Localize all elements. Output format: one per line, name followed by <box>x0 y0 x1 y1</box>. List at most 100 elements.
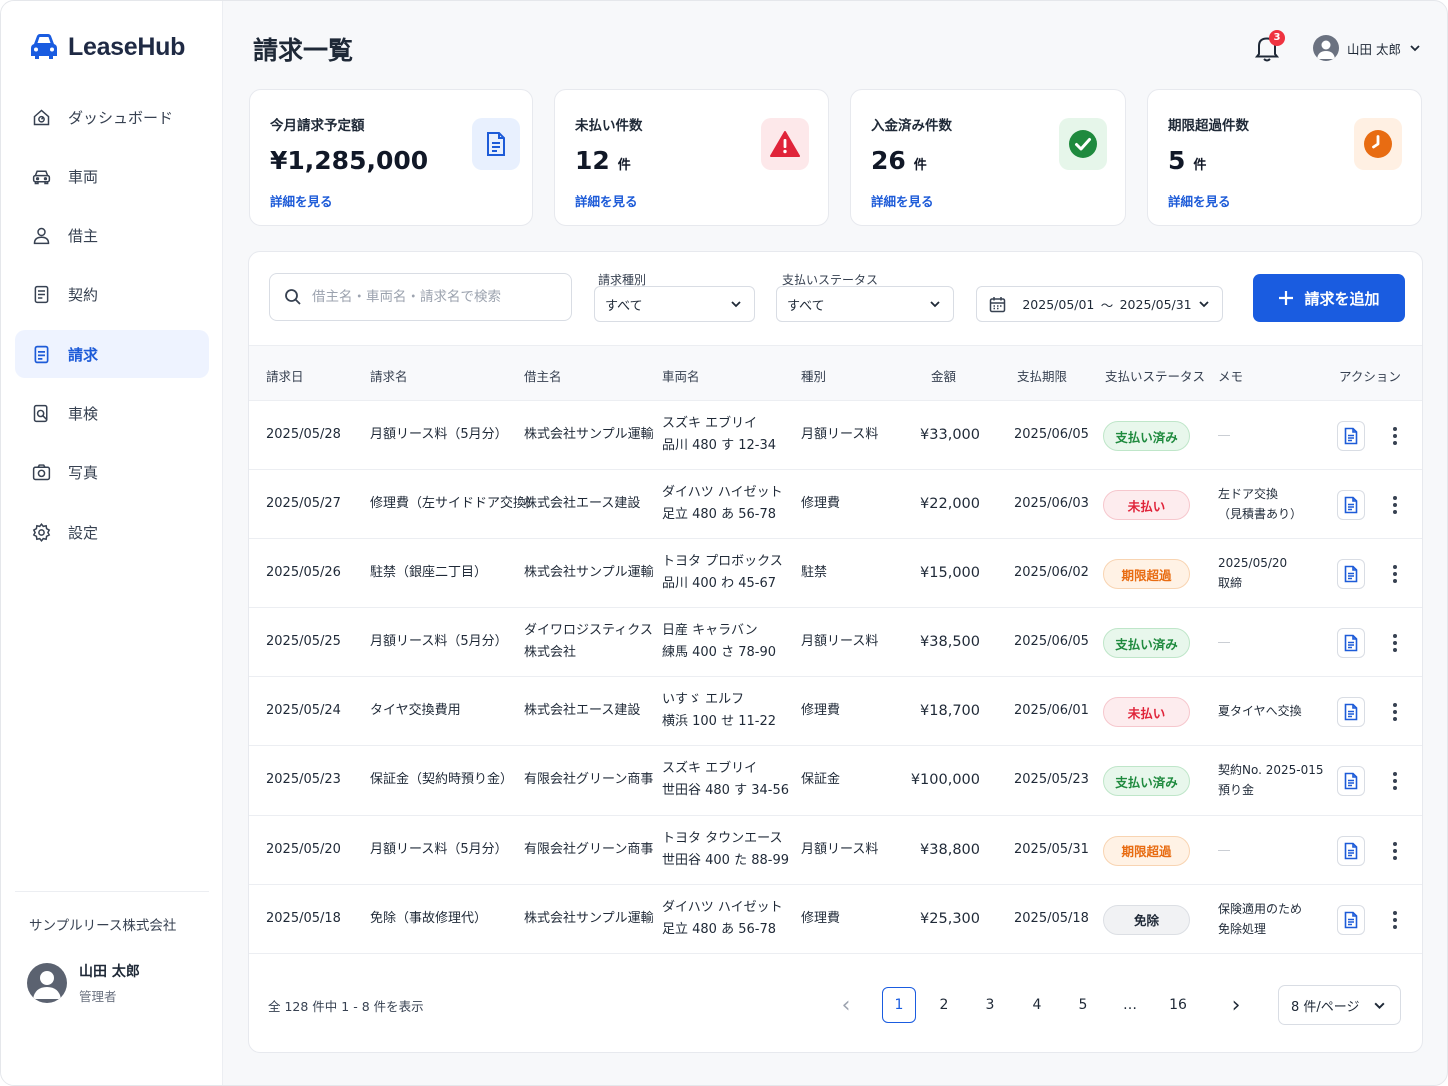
vehicle-line: スズキ エブリイ <box>662 761 758 777</box>
sidebar-item-vehicles[interactable]: 車両 <box>15 152 209 200</box>
sidebar-item-label: 写真 <box>68 464 99 483</box>
cell-name[interactable]: 保証金（契約時預り金） <box>370 769 513 791</box>
cell-name[interactable]: 月額リース料（5月分） <box>370 839 508 861</box>
column-header-date[interactable]: 請求日 <box>266 366 304 385</box>
page-title: 請求一覧 <box>253 36 354 65</box>
view-document-button[interactable] <box>1337 490 1365 521</box>
dot <box>1393 641 1397 646</box>
user-menu[interactable]: 山田 太郎 <box>1313 35 1421 61</box>
cell-date: 2025/05/27 <box>266 496 341 512</box>
clock-icon <box>1364 130 1392 158</box>
table-row[interactable]: 2025/05/23 保証金（契約時預り金） 有限会社グリーン商事 スズキ エブリイ世… <box>249 746 1422 816</box>
car-logo-icon <box>31 34 57 59</box>
profile[interactable]: 山田 太郎 管理者 <box>27 961 140 1005</box>
more-actions-button[interactable] <box>1387 423 1403 449</box>
table-row[interactable]: 2025/05/27 修理費（左サイドドア交換） 株式会社エース建設 ダイハツ ハイゼ… <box>249 470 1422 540</box>
more-actions-button[interactable] <box>1387 492 1403 518</box>
next-page-button[interactable]: › <box>1219 987 1253 1023</box>
more-actions-button[interactable] <box>1387 768 1403 794</box>
column-header-type[interactable]: 種別 <box>801 366 826 385</box>
page-button-4[interactable]: 4 <box>1020 987 1054 1023</box>
sidebar-item-dashboard[interactable]: ダッシュボード <box>15 93 209 141</box>
column-header-vehicle[interactable]: 車両名 <box>662 366 700 385</box>
stat-detail-link[interactable]: 詳細を見る <box>1168 191 1231 210</box>
more-actions-button[interactable] <box>1387 838 1403 864</box>
sidebar-item-photos[interactable]: 写真 <box>15 449 209 497</box>
table-row[interactable]: 2025/05/26 駐禁（銀座二丁目） 株式会社サンプル運輸 トヨタ プロボックス品… <box>249 539 1422 609</box>
view-document-button[interactable] <box>1337 628 1365 659</box>
view-document-button[interactable] <box>1337 835 1365 866</box>
cell-name[interactable]: 免除（事故修理代） <box>370 908 487 930</box>
column-header-due[interactable]: 支払期限 <box>1017 366 1067 385</box>
status-filter-select[interactable]: すべて <box>776 286 954 322</box>
cell-name[interactable]: タイヤ交換費用 <box>370 700 461 722</box>
stat-detail-link[interactable]: 詳細を見る <box>871 191 934 210</box>
table-row[interactable]: 2025/05/28 月額リース料（5月分） 株式会社サンプル運輸 スズキ エブリイ品… <box>249 401 1422 471</box>
column-header-name[interactable]: 請求名 <box>370 366 408 385</box>
search-icon <box>285 289 301 305</box>
sidebar-item-settings[interactable]: 設定 <box>15 508 209 556</box>
sidebar-item-contracts[interactable]: 契約 <box>15 271 209 319</box>
sidebar-item-invoices[interactable]: 請求 <box>15 330 209 379</box>
stat-detail-link[interactable]: 詳細を見る <box>575 191 638 210</box>
profile-role: 管理者 <box>79 989 117 1004</box>
table-row[interactable]: 2025/05/25 月額リース料（5月分） ダイワロジスティクス 株式会社 日産 キャ… <box>249 608 1422 678</box>
table-row[interactable]: 2025/05/24 タイヤ交換費用 株式会社エース建設 いすゞ エルフ 横浜 100 … <box>249 677 1422 747</box>
view-document-button[interactable] <box>1337 697 1365 728</box>
stat-number: 26 <box>871 146 906 175</box>
vehicle-line: いすゞ エルフ <box>662 692 745 708</box>
cell-name[interactable]: 修理費（左サイドドア交換） <box>370 493 539 515</box>
page-button-3[interactable]: 3 <box>973 987 1007 1023</box>
column-header-status[interactable]: 支払いステータス <box>1105 366 1205 385</box>
more-actions-button[interactable] <box>1387 907 1403 933</box>
table-row[interactable]: 2025/05/20 月額リース料（5月分） 有限会社グリーン商事 トヨタ タウンエー… <box>249 816 1422 885</box>
sidebar-item-lessees[interactable]: 借主 <box>15 212 209 260</box>
view-document-button[interactable] <box>1337 766 1365 797</box>
search-input[interactable] <box>312 289 562 305</box>
document-icon <box>1344 704 1358 721</box>
column-header-lessee[interactable]: 借主名 <box>524 366 562 385</box>
vehicle-line: スズキ エブリイ <box>662 416 758 431</box>
table-row[interactable]: 2025/05/18 免除（事故修理代） 株式会社サンプル運輸 ダイハツ ハイゼット足… <box>249 885 1422 954</box>
logo[interactable]: LeaseHub <box>28 31 185 63</box>
column-header-memo[interactable]: メモ <box>1218 366 1243 385</box>
cell-date: 2025/05/28 <box>266 427 341 442</box>
more-actions-button[interactable] <box>1387 699 1403 725</box>
cell-amount: ¥25,300 <box>920 910 980 927</box>
type-filter-select[interactable]: すべて <box>594 286 755 322</box>
search-box[interactable] <box>269 273 572 321</box>
column-header-amount[interactable]: 金額 <box>931 366 956 385</box>
more-actions-button[interactable] <box>1387 630 1403 656</box>
per-page-select[interactable]: 8 件/ページ <box>1278 985 1401 1025</box>
stat-value: 12 件 <box>575 146 631 175</box>
invoice-icon <box>34 345 49 363</box>
cell-date: 2025/05/25 <box>266 634 341 650</box>
status-badge: 免除 <box>1103 904 1190 935</box>
add-invoice-button[interactable]: 請求を追加 <box>1253 274 1405 322</box>
stat-icon-box <box>1354 118 1402 170</box>
sidebar-item-label: 車両 <box>68 167 99 186</box>
prev-page-button[interactable]: ‹ <box>829 987 863 1023</box>
stat-detail-link[interactable]: 詳細を見る <box>270 191 333 210</box>
cell-name[interactable]: 月額リース料（5月分） <box>370 424 508 446</box>
date-range-picker[interactable]: 2025/05/01 ～ 2025/05/31 <box>976 286 1223 322</box>
page-button-2[interactable]: 2 <box>927 987 961 1023</box>
cell-name[interactable]: 月額リース料（5月分） <box>370 631 508 653</box>
page-button-1[interactable]: 1 <box>882 987 916 1023</box>
dot <box>1393 710 1397 715</box>
view-document-button[interactable] <box>1337 904 1365 935</box>
document-icon <box>1344 773 1358 790</box>
page-button-16[interactable]: 16 <box>1161 987 1195 1023</box>
view-document-button[interactable] <box>1337 421 1365 451</box>
view-document-button[interactable] <box>1337 559 1365 590</box>
cell-name[interactable]: 駐禁（銀座二丁目） <box>370 562 487 584</box>
sidebar-item-label: 契約 <box>68 286 99 305</box>
sidebar-item-inspection[interactable]: 車検 <box>15 389 209 437</box>
more-actions-button[interactable] <box>1387 561 1403 587</box>
avatar <box>1313 35 1339 61</box>
page-button-5[interactable]: 5 <box>1066 987 1100 1023</box>
notification-badge: 3 <box>1269 30 1285 46</box>
cell-amount: ¥18,700 <box>920 703 980 720</box>
stat-number: 12 <box>575 146 610 175</box>
app-window: LeaseHub ダッシュボード 車両 借主 契約 請求 車検 写真 設定 サン… <box>0 0 1448 1086</box>
